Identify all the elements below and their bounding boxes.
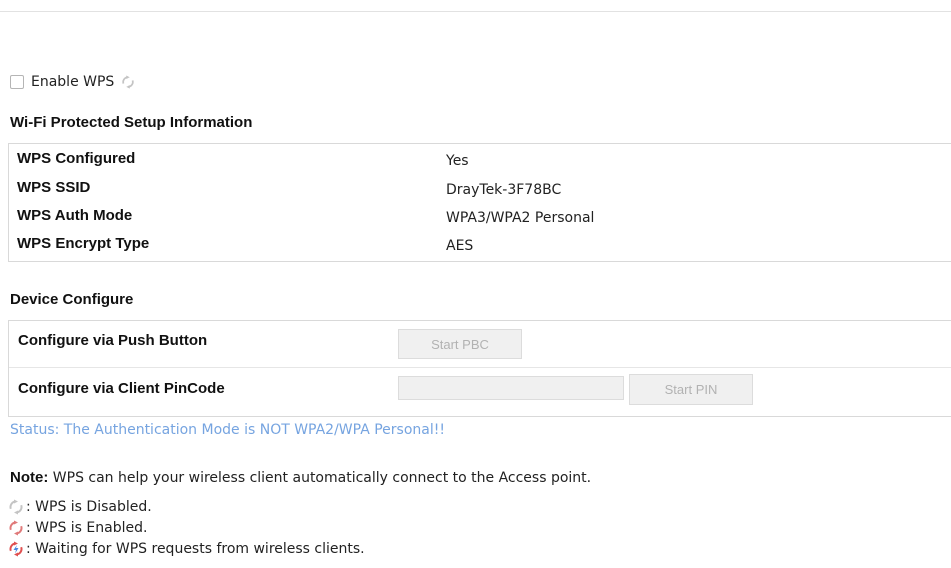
legend-item-disabled: : WPS is Disabled. bbox=[8, 497, 152, 517]
start-pin-button[interactable]: Start PIN bbox=[629, 374, 753, 405]
pin-code-input[interactable] bbox=[398, 376, 624, 400]
top-divider bbox=[0, 11, 951, 12]
row-divider bbox=[9, 367, 951, 368]
note-text: Note: WPS can help your wireless client … bbox=[10, 469, 591, 486]
enable-wps-label[interactable]: Enable WPS bbox=[31, 74, 114, 90]
device-configure-title: Device Configure bbox=[10, 291, 134, 308]
legend-disabled-text: : WPS is Disabled. bbox=[26, 499, 152, 515]
device-configure-table: Configure via Push Button Start PBC Conf… bbox=[8, 320, 951, 417]
table-row: WPS Encrypt Type AES bbox=[9, 232, 951, 256]
wps-ssid-label: WPS SSID bbox=[17, 179, 91, 196]
legend-item-enabled: : WPS is Enabled. bbox=[8, 518, 147, 538]
wps-auth-mode-label: WPS Auth Mode bbox=[17, 207, 133, 224]
status-message: Status: The Authentication Mode is NOT W… bbox=[10, 422, 445, 438]
wps-waiting-icon bbox=[9, 541, 23, 557]
wps-ssid-value: DrayTek-3F78BC bbox=[446, 182, 562, 198]
wps-disabled-icon bbox=[9, 499, 23, 515]
legend-item-waiting: : Waiting for WPS requests from wireless… bbox=[8, 539, 365, 559]
enable-wps-checkbox[interactable] bbox=[10, 75, 24, 89]
start-pbc-button[interactable]: Start PBC bbox=[398, 329, 522, 359]
table-row: WPS Configured Yes bbox=[9, 147, 951, 171]
wps-info-table: WPS Configured Yes WPS SSID DrayTek-3F78… bbox=[8, 143, 951, 262]
table-row: WPS SSID DrayTek-3F78BC bbox=[9, 176, 951, 200]
wps-enabled-icon bbox=[9, 520, 23, 536]
wps-configured-value: Yes bbox=[446, 153, 469, 169]
legend-enabled-text: : WPS is Enabled. bbox=[26, 520, 148, 536]
table-row: WPS Auth Mode WPA3/WPA2 Personal bbox=[9, 204, 951, 228]
wps-auth-mode-value: WPA3/WPA2 Personal bbox=[446, 210, 595, 226]
wps-info-title: Wi-Fi Protected Setup Information bbox=[10, 114, 253, 131]
push-button-label: Configure via Push Button bbox=[18, 332, 208, 349]
pin-code-label: Configure via Client PinCode bbox=[18, 380, 225, 397]
wps-encrypt-type-label: WPS Encrypt Type bbox=[17, 235, 150, 252]
note-label: Note: bbox=[10, 469, 49, 486]
note-body: WPS can help your wireless client automa… bbox=[48, 470, 592, 486]
legend-waiting-text: : Waiting for WPS requests from wireless… bbox=[26, 541, 365, 557]
enable-wps-row: Enable WPS bbox=[10, 72, 135, 92]
wps-encrypt-type-value: AES bbox=[446, 238, 474, 254]
wps-configured-label: WPS Configured bbox=[17, 150, 136, 167]
wps-disabled-icon bbox=[122, 75, 134, 89]
